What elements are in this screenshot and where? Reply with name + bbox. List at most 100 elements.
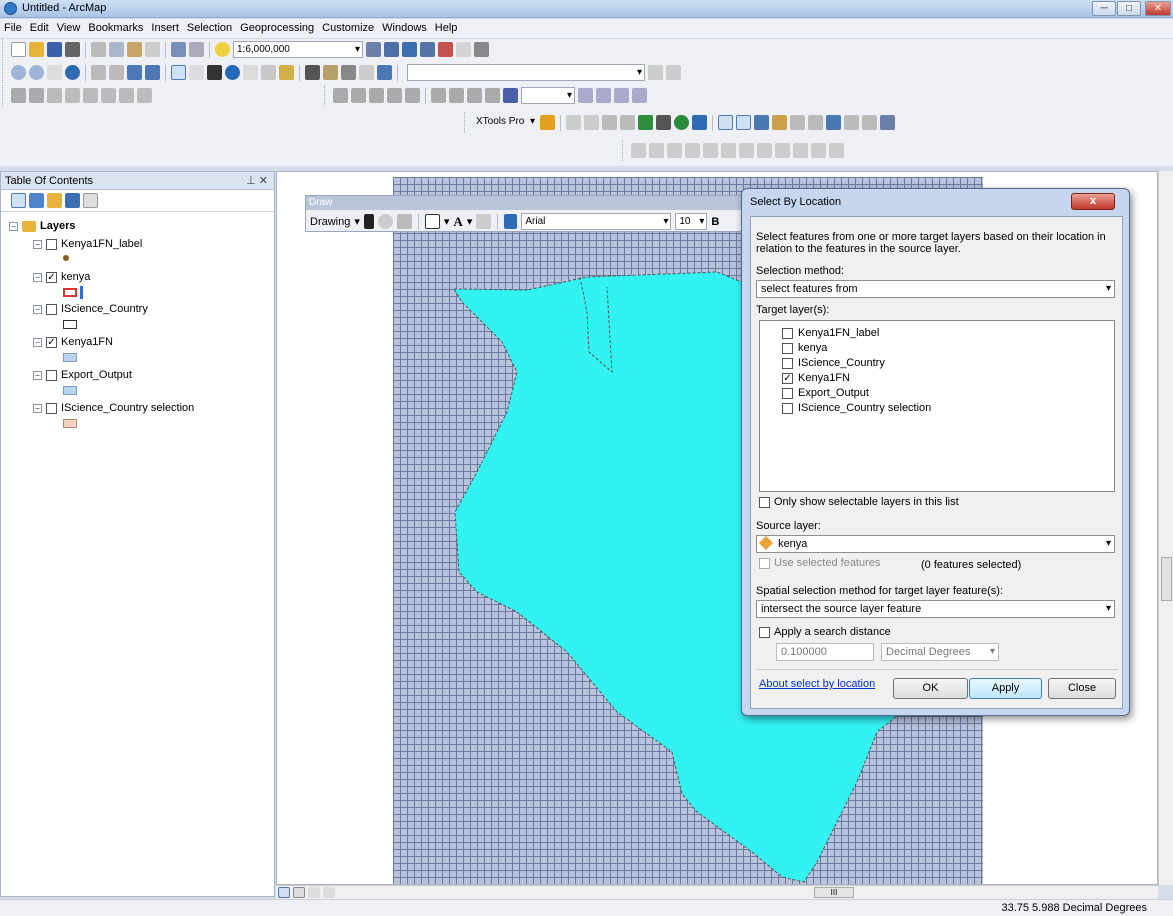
cogo-refresh-icon[interactable] xyxy=(829,143,844,158)
close-button[interactable]: Close xyxy=(1048,678,1116,699)
target-layer-item[interactable]: IScience_Country selection xyxy=(782,402,931,414)
target-layers-list[interactable]: Kenya1FN_label kenya IScience_Country ✓ K… xyxy=(759,320,1115,492)
window-close-button[interactable]: ✕ xyxy=(1145,1,1171,16)
collapse-icon[interactable]: − xyxy=(33,337,42,347)
text-tool-icon[interactable]: A xyxy=(453,214,462,230)
editor-menu-icon[interactable] xyxy=(29,88,44,103)
toc-layer-item[interactable]: − ✓ kenya xyxy=(33,271,90,283)
target-layer-checkbox[interactable] xyxy=(782,387,793,399)
toc-layer-item[interactable]: − Kenya1FN_label xyxy=(33,238,142,250)
xtools-grid-icon[interactable] xyxy=(638,115,653,130)
cogo-view-icon[interactable] xyxy=(811,143,826,158)
transparency-combo[interactable] xyxy=(521,87,575,104)
find-route-icon[interactable] xyxy=(323,65,338,80)
print-icon[interactable] xyxy=(65,42,80,57)
cogo-point-icon[interactable] xyxy=(739,143,754,158)
fixed-zoom-in-icon[interactable] xyxy=(91,65,106,80)
copy-icon[interactable] xyxy=(109,42,124,57)
georef-rotate-icon[interactable] xyxy=(351,88,366,103)
create-viewer-icon[interactable] xyxy=(377,65,392,80)
xtools-info-icon[interactable] xyxy=(692,115,707,130)
georef-shift-icon[interactable] xyxy=(369,88,384,103)
menu-edit[interactable]: Edit xyxy=(26,19,53,34)
redo-icon[interactable] xyxy=(189,42,204,57)
spatial-method-dropdown[interactable]: intersect the source layer feature ▾ xyxy=(756,600,1115,618)
xtools-shape-icon[interactable] xyxy=(584,115,599,130)
toc-layers-root[interactable]: − Layers xyxy=(9,220,75,232)
transparency-icon[interactable] xyxy=(503,88,518,103)
cogo-report-icon[interactable] xyxy=(775,143,790,158)
layer-visibility-checkbox[interactable]: ✓ xyxy=(46,336,57,348)
zoom-whole-page-icon[interactable] xyxy=(396,214,412,229)
map-vertical-scrollbar[interactable] xyxy=(1158,171,1173,885)
xtools-layout-icon[interactable] xyxy=(826,115,841,130)
clear-selection-icon[interactable] xyxy=(189,65,204,80)
use-selected-option[interactable]: Use selected features xyxy=(759,557,880,569)
apply-distance-checkbox[interactable] xyxy=(759,626,770,638)
vertical-scroll-thumb[interactable] xyxy=(1161,557,1172,601)
toc-layer-item[interactable]: − Export_Output xyxy=(33,369,132,381)
table-of-contents-icon[interactable] xyxy=(384,42,399,57)
cogo-split-icon[interactable] xyxy=(703,143,718,158)
menu-geoprocessing[interactable]: Geoprocessing xyxy=(236,19,318,34)
go-to-xy-icon[interactable] xyxy=(341,65,356,80)
collapse-icon[interactable]: − xyxy=(33,403,42,413)
drawing-menu[interactable]: Drawing xyxy=(310,216,350,228)
modelbuilder-icon[interactable] xyxy=(474,42,489,57)
source-layer-dropdown[interactable]: kenya ▾ xyxy=(756,535,1115,553)
georef-table-icon[interactable] xyxy=(431,88,446,103)
pan-icon[interactable] xyxy=(47,65,62,80)
distance-units-dropdown[interactable]: Decimal Degrees ▾ xyxy=(881,643,999,661)
construct-icon[interactable] xyxy=(47,88,62,103)
target-layer-checkbox[interactable] xyxy=(782,342,793,354)
contrast-icon[interactable] xyxy=(632,88,647,103)
toc-pin-close-icon[interactable]: ⊥ ✕ xyxy=(246,174,268,187)
python-window-icon[interactable] xyxy=(456,42,471,57)
target-layer-checkbox[interactable] xyxy=(782,357,793,369)
target-layer-item[interactable]: kenya xyxy=(782,342,827,354)
apply-distance-option[interactable]: Apply a search distance xyxy=(759,626,891,638)
list-by-source-icon[interactable] xyxy=(29,193,44,208)
cogo-line-icon[interactable] xyxy=(631,143,646,158)
collapse-icon[interactable]: − xyxy=(33,304,42,314)
find-icon[interactable] xyxy=(305,65,320,80)
add-data-icon[interactable] xyxy=(215,42,230,57)
go-forward-icon[interactable] xyxy=(145,65,160,80)
target-layer-item[interactable]: IScience_Country xyxy=(782,357,885,369)
menu-bookmarks[interactable]: Bookmarks xyxy=(84,19,147,34)
time-slider-icon[interactable] xyxy=(359,65,374,80)
zoom-in-icon[interactable] xyxy=(11,65,26,80)
map-scale-combo[interactable]: 1:6,000,000 xyxy=(233,41,363,58)
target-layer-item[interactable]: ✓ Kenya1FN xyxy=(782,372,850,384)
xtools-measure-icon[interactable] xyxy=(754,115,769,130)
select-elements-arrow-icon[interactable] xyxy=(363,214,374,229)
hyperlink-icon[interactable] xyxy=(243,65,258,80)
xtools-add-icon[interactable] xyxy=(540,115,555,130)
target-layer-item[interactable]: Kenya1FN_label xyxy=(782,327,879,339)
menu-windows[interactable]: Windows xyxy=(378,19,431,34)
cogo-curve-icon[interactable] xyxy=(649,143,664,158)
georef-fit-icon[interactable] xyxy=(449,88,464,103)
toc-options-icon[interactable] xyxy=(83,193,98,208)
zoom-out-icon[interactable] xyxy=(29,65,44,80)
layout-view-icon[interactable] xyxy=(293,887,305,898)
georef-update-icon[interactable] xyxy=(467,88,482,103)
xtools-export-icon[interactable] xyxy=(656,115,671,130)
flicker-icon[interactable] xyxy=(596,88,611,103)
html-popup-icon[interactable] xyxy=(261,65,276,80)
list-by-visibility-icon[interactable] xyxy=(47,193,62,208)
topology-icon[interactable] xyxy=(11,88,26,103)
cogo-extend-icon[interactable] xyxy=(667,143,682,158)
xtools-check-icon[interactable] xyxy=(674,115,689,130)
list-by-drawing-order-icon[interactable] xyxy=(11,193,26,208)
georef-add-icon[interactable] xyxy=(333,88,348,103)
menu-selection[interactable]: Selection xyxy=(183,19,236,34)
layer-visibility-checkbox[interactable] xyxy=(46,402,57,414)
delete-icon[interactable] xyxy=(145,42,160,57)
xtools-help-icon[interactable] xyxy=(880,115,895,130)
ok-button[interactable]: OK xyxy=(893,678,968,699)
xtools-table-icon[interactable] xyxy=(566,115,581,130)
measure-icon[interactable] xyxy=(279,65,294,80)
menu-file[interactable]: File xyxy=(0,19,26,34)
new-document-icon[interactable] xyxy=(11,42,26,57)
